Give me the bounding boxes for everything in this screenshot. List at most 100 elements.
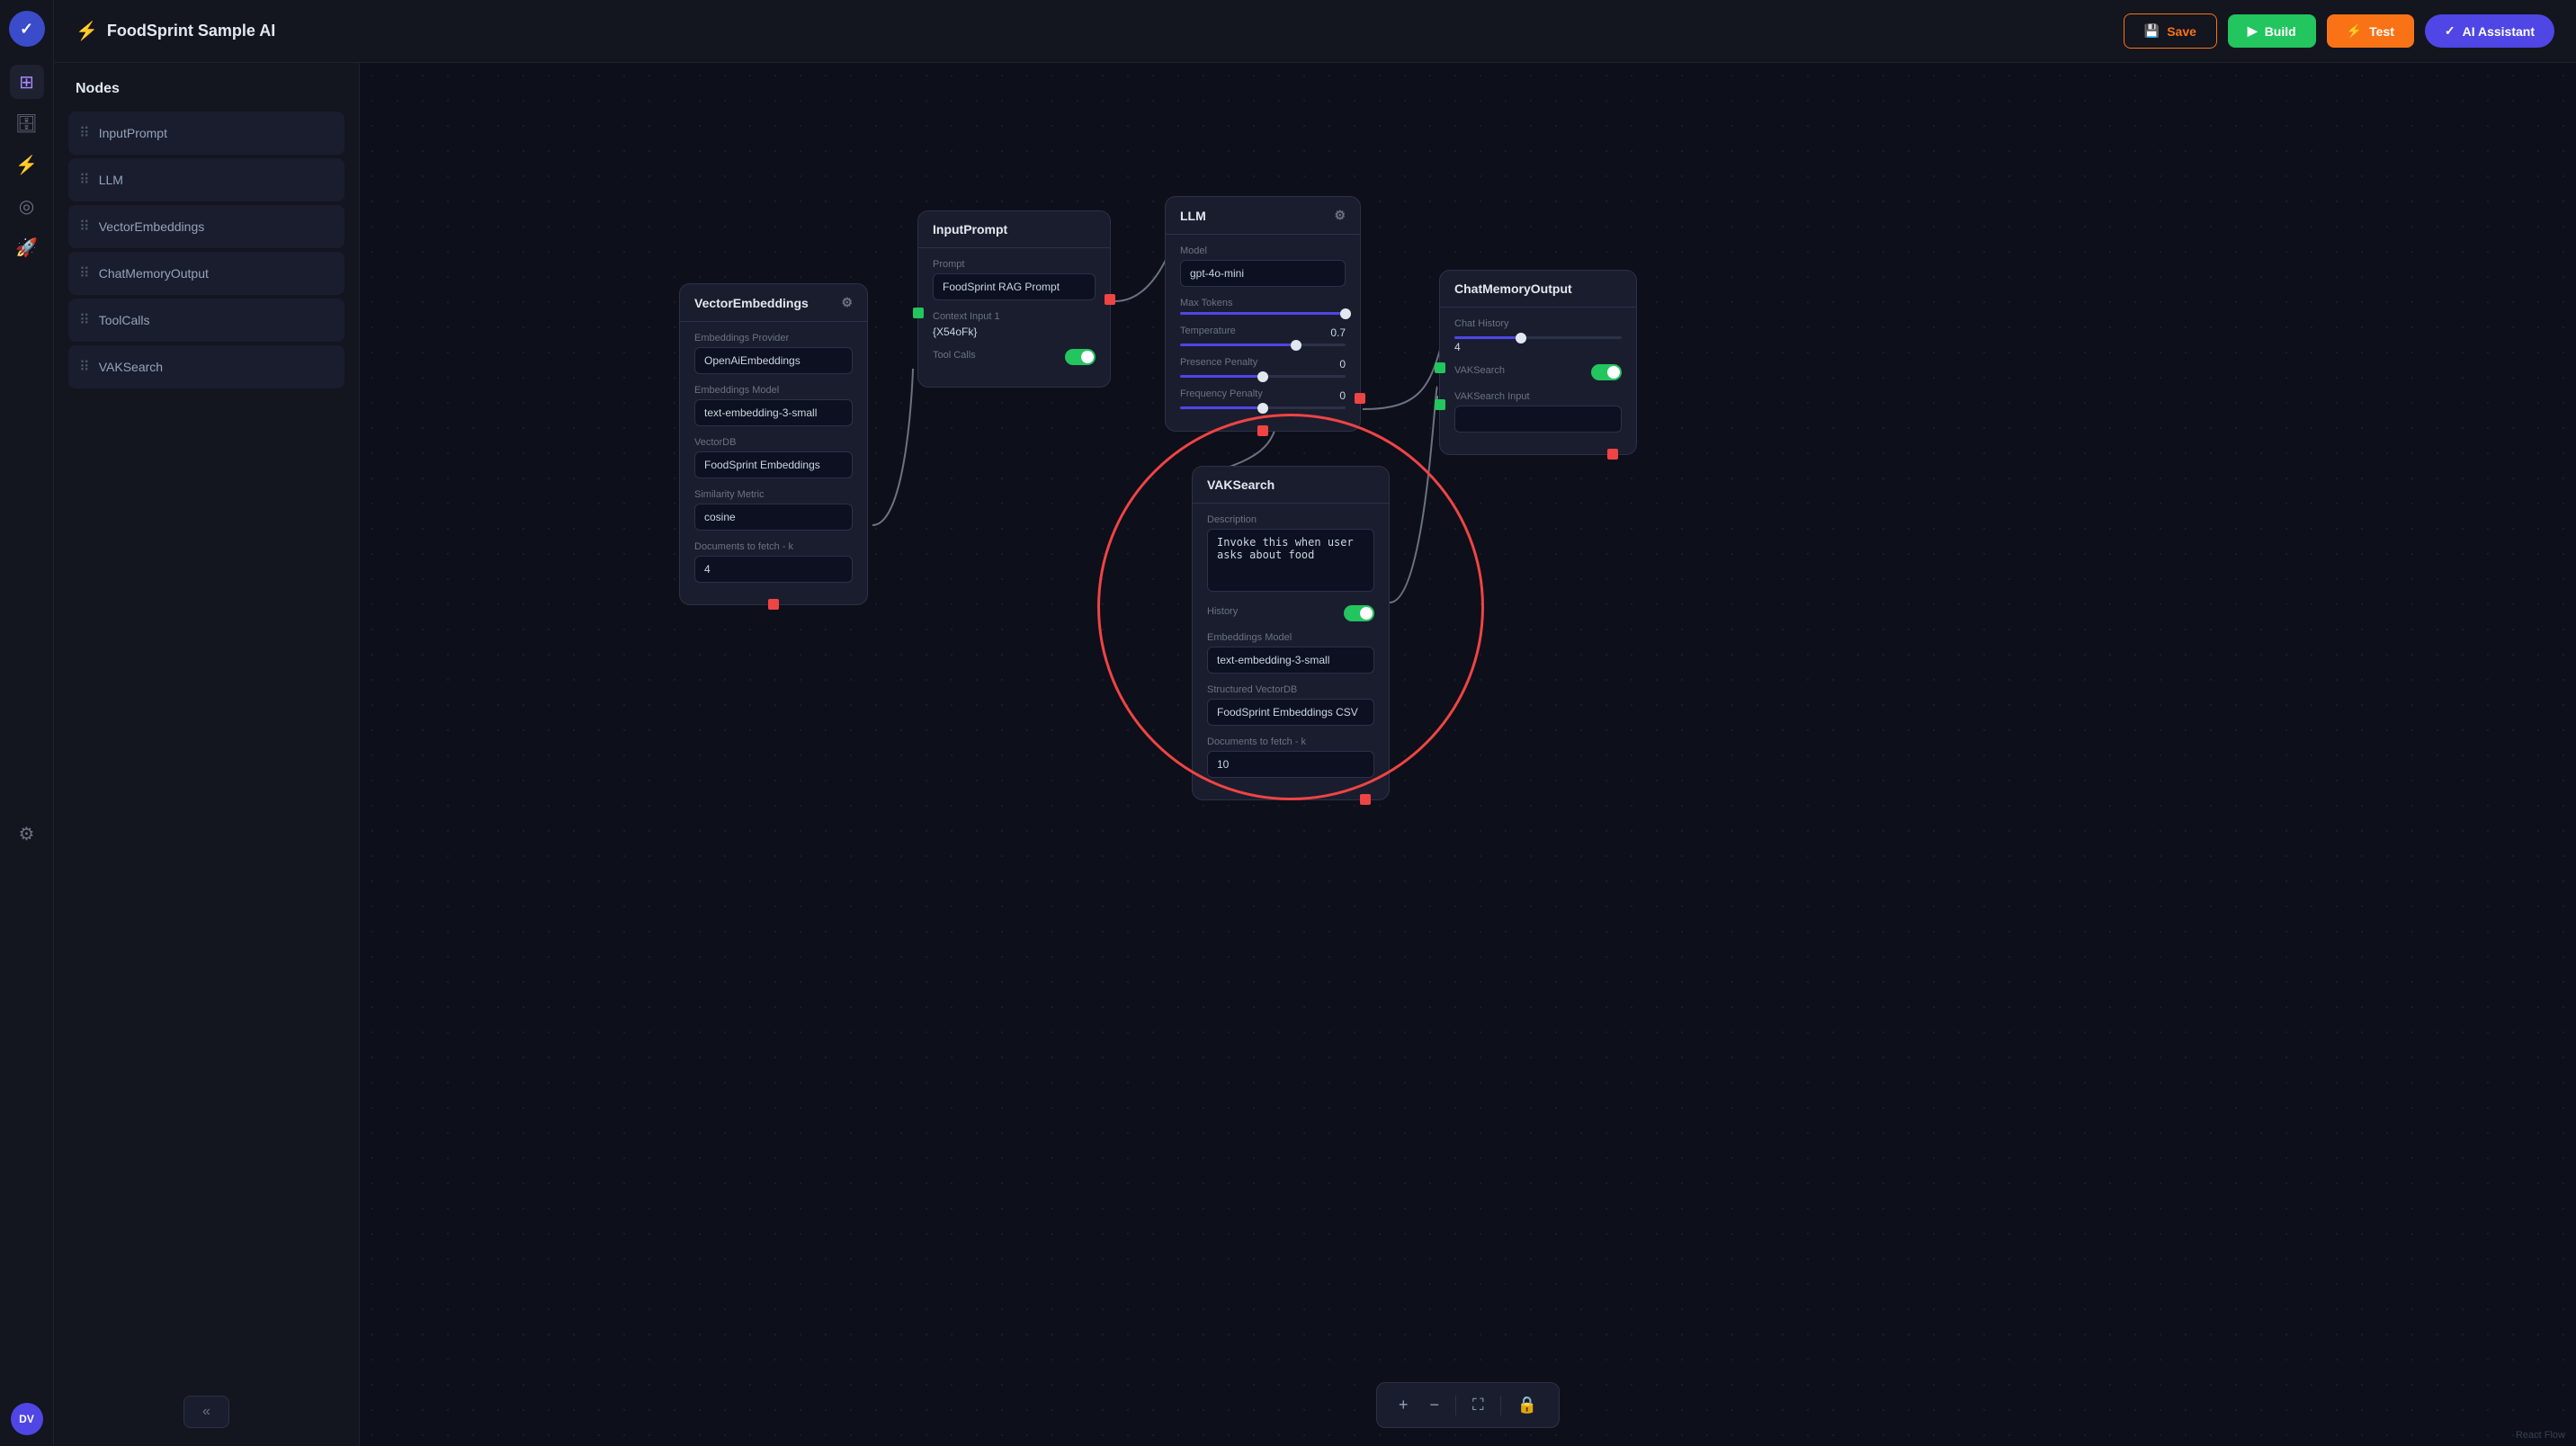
- embeddings-model-select[interactable]: text-embedding-3-small: [694, 399, 853, 426]
- drag-handle-icon: ⠿: [79, 124, 90, 142]
- drag-handle-icon: ⠿: [79, 171, 90, 189]
- prompt-field: Prompt FoodSprint RAG Prompt: [933, 259, 1096, 300]
- history-toggle[interactable]: [1344, 605, 1374, 621]
- input-prompt-port-left: [913, 308, 924, 318]
- sidebar-item-vectorembeddings[interactable]: ⠿ VectorEmbeddings: [68, 205, 344, 248]
- model-select[interactable]: gpt-4o-mini: [1180, 260, 1346, 287]
- frequency-penalty-slider[interactable]: [1180, 406, 1346, 409]
- canvas[interactable]: VectorEmbeddings ⚙ Embeddings Provider O…: [360, 63, 2576, 1446]
- context-field: Context Input 1 {X54oFk}: [933, 311, 1096, 338]
- model-field: Model gpt-4o-mini: [1180, 245, 1346, 287]
- input-prompt-node: InputPrompt Prompt FoodSprint RAG Prompt…: [917, 210, 1111, 388]
- vak-search-port-bottom: [1360, 794, 1371, 805]
- similarity-metric-select[interactable]: cosine: [694, 504, 853, 531]
- zoom-out-button[interactable]: −: [1420, 1390, 1448, 1420]
- vak-embeddings-model-field: Embeddings Model text-embedding-3-small: [1207, 632, 1374, 674]
- llm-port-bottom: [1257, 425, 1268, 436]
- history-field: History: [1207, 605, 1374, 621]
- icon-bar: ✓ ⊞ 🗄 ⚡ ◎ 🚀 ⚙ DV: [0, 0, 54, 1446]
- test-icon: ⚡: [2347, 23, 2362, 39]
- project-icon: ⚡: [76, 20, 98, 42]
- sidebar-title: Nodes: [68, 81, 344, 97]
- project-title: ⚡ FoodSprint Sample AI: [76, 20, 275, 42]
- main: ⚡ FoodSprint Sample AI 💾 Save ▶ Build ⚡ …: [54, 0, 2576, 1446]
- sidebar-item-label: VectorEmbeddings: [99, 219, 205, 234]
- embeddings-provider-select[interactable]: OpenAiEmbeddings: [694, 347, 853, 374]
- input-prompt-port-right: [1105, 294, 1115, 305]
- description-textarea[interactable]: Invoke this when user asks about food: [1207, 529, 1374, 592]
- prompt-select[interactable]: FoodSprint RAG Prompt: [933, 273, 1096, 300]
- project-name: FoodSprint Sample AI: [107, 22, 275, 40]
- embeddings-model-field: Embeddings Model text-embedding-3-small: [694, 385, 853, 426]
- chat-history-slider[interactable]: [1454, 336, 1622, 339]
- collapse-sidebar-button[interactable]: «: [183, 1396, 229, 1428]
- chat-memory-output-header: ChatMemoryOutput: [1440, 271, 1636, 308]
- frequency-penalty-field: Frequency Penalty 0: [1180, 388, 1346, 409]
- app-logo: ✓: [9, 11, 45, 47]
- nav-icon-discover[interactable]: ◎: [10, 189, 44, 223]
- content: Nodes ⠿ InputPrompt ⠿ LLM ⠿ VectorEmbedd…: [54, 63, 2576, 1446]
- vectordb-field: VectorDB FoodSprint Embeddings: [694, 437, 853, 478]
- fit-view-button[interactable]: ⛶: [1463, 1390, 1493, 1420]
- nav-icon-settings[interactable]: ⚙: [10, 817, 44, 851]
- temperature-slider[interactable]: [1180, 344, 1346, 346]
- vak-embeddings-model-select[interactable]: text-embedding-3-small: [1207, 647, 1374, 674]
- llm-header: LLM ⚙: [1166, 197, 1360, 235]
- similarity-metric-field: Similarity Metric cosine: [694, 489, 853, 531]
- presence-penalty-slider[interactable]: [1180, 375, 1346, 378]
- play-icon: ▶: [2248, 23, 2258, 39]
- chat-memory-output-body: Chat History 4 VAKSearch: [1440, 308, 1636, 454]
- temperature-field: Temperature 0.7: [1180, 326, 1346, 346]
- vak-search-header: VAKSearch: [1193, 467, 1389, 504]
- sidebar: Nodes ⠿ InputPrompt ⠿ LLM ⠿ VectorEmbedd…: [54, 63, 360, 1446]
- chat-memory-port-bottom: [1607, 449, 1618, 460]
- documents-k-field: Documents to fetch - k: [694, 541, 853, 583]
- sidebar-item-label: ToolCalls: [99, 313, 150, 327]
- drag-handle-icon: ⠿: [79, 358, 90, 376]
- input-prompt-header: InputPrompt: [918, 211, 1110, 248]
- vak-search-toggle[interactable]: [1591, 364, 1622, 380]
- zoom-in-button[interactable]: +: [1390, 1390, 1418, 1420]
- toggle-knob: [1081, 351, 1094, 363]
- sidebar-item-inputprompt[interactable]: ⠿ InputPrompt: [68, 112, 344, 155]
- chat-memory-port-left: [1435, 362, 1445, 373]
- vak-search-field: VAKSearch: [1454, 364, 1622, 380]
- save-button[interactable]: 💾 Save: [2124, 13, 2217, 49]
- chat-history-field: Chat History 4: [1454, 318, 1622, 353]
- user-avatar[interactable]: DV: [11, 1403, 43, 1435]
- vak-search-node: VAKSearch Description Invoke this when u…: [1192, 466, 1390, 800]
- sidebar-item-llm[interactable]: ⠿ LLM: [68, 158, 344, 201]
- sidebar-item-chatmemoryoutput[interactable]: ⠿ ChatMemoryOutput: [68, 252, 344, 295]
- lock-button[interactable]: 🔒: [1508, 1390, 1546, 1420]
- sidebar-item-vaksearch[interactable]: ⠿ VAKSearch: [68, 345, 344, 388]
- nav-icon-rocket[interactable]: 🚀: [10, 230, 44, 264]
- nav-icon-db[interactable]: 🗄: [10, 106, 44, 140]
- vak-search-body: Description Invoke this when user asks a…: [1193, 504, 1389, 799]
- sidebar-item-toolcalls[interactable]: ⠿ ToolCalls: [68, 299, 344, 342]
- sidebar-collapse: «: [68, 1396, 344, 1428]
- structured-vectordb-select[interactable]: FoodSprint Embeddings CSV: [1207, 699, 1374, 726]
- tool-calls-toggle[interactable]: [1065, 349, 1096, 365]
- ai-assistant-button[interactable]: ✓ AI Assistant: [2425, 14, 2554, 48]
- vector-embeddings-gear[interactable]: ⚙: [841, 295, 853, 310]
- documents-k-input[interactable]: [694, 556, 853, 583]
- input-prompt-body: Prompt FoodSprint RAG Prompt Context Inp…: [918, 248, 1110, 387]
- sidebar-item-label: LLM: [99, 173, 123, 187]
- vak-documents-k-input[interactable]: [1207, 751, 1374, 778]
- test-button[interactable]: ⚡ Test: [2327, 14, 2414, 48]
- nav-icon-layers[interactable]: ⚡: [10, 147, 44, 182]
- vector-embeddings-body: Embeddings Provider OpenAiEmbeddings Emb…: [680, 322, 867, 604]
- llm-gear[interactable]: ⚙: [1334, 208, 1346, 223]
- drag-handle-icon: ⠿: [79, 264, 90, 282]
- sidebar-item-label: ChatMemoryOutput: [99, 266, 209, 281]
- ai-icon: ✓: [2445, 23, 2455, 39]
- nav-icon-grid[interactable]: ⊞: [10, 65, 44, 99]
- vak-search-input[interactable]: [1454, 406, 1622, 433]
- topbar-actions: 💾 Save ▶ Build ⚡ Test ✓ AI Assistant: [2124, 13, 2554, 49]
- vectordb-select[interactable]: FoodSprint Embeddings: [694, 451, 853, 478]
- toolbar-separator: [1455, 1396, 1456, 1415]
- llm-body: Model gpt-4o-mini Max Tokens: [1166, 235, 1360, 431]
- max-tokens-slider[interactable]: [1180, 312, 1346, 315]
- tool-calls-field: Tool Calls: [933, 349, 1096, 365]
- build-button[interactable]: ▶ Build: [2228, 14, 2316, 48]
